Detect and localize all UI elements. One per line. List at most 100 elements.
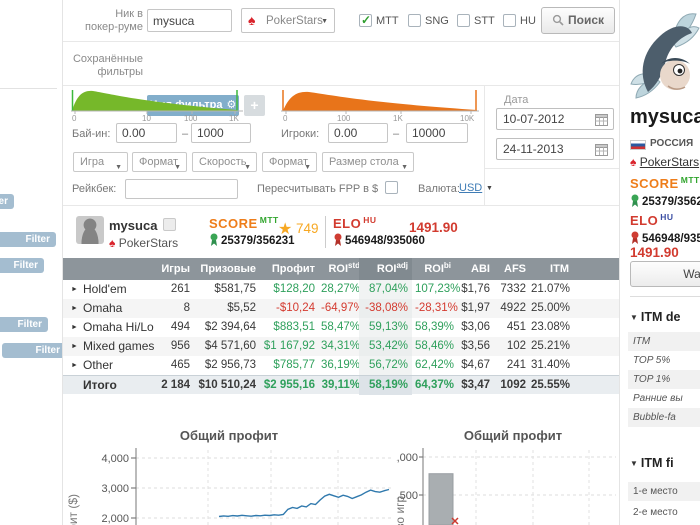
cell-roi-adj: 56,72% — [359, 356, 412, 375]
stt-checkbox[interactable] — [457, 14, 470, 27]
table-row-omaha-hilo[interactable]: ► Omaha Hi/Lo 494 $2 394,64 $883,51 58,4… — [63, 318, 619, 337]
players-min-input[interactable] — [328, 123, 388, 143]
players-axis-tick: 1K — [393, 114, 403, 123]
fpp-checkbox[interactable] — [385, 181, 398, 194]
players-histogram-slider[interactable]: 0 100 1K 10K — [281, 89, 479, 123]
col-header-roi-adj[interactable]: ROIadj — [359, 258, 412, 280]
sidebar-room-link[interactable]: ♠ PokerStars — [630, 155, 699, 169]
cell-roi-adj: 58,19% — [359, 376, 412, 395]
col-header-roi-bi[interactable]: ROIbi — [415, 258, 451, 280]
edge-filter-pill[interactable]: Filter — [0, 258, 44, 273]
edge-filter-pill[interactable]: Filter — [0, 194, 14, 209]
players-axis-tick: 0 — [283, 114, 288, 123]
buyin-min-input[interactable] — [116, 123, 177, 143]
sidebar-player-nick: mysuca — [630, 106, 700, 128]
section-itm-finishes[interactable]: ▼ ITM fi — [630, 456, 674, 470]
buyin-max-input[interactable] — [191, 123, 251, 143]
stt-checkbox-label: STT — [474, 15, 495, 27]
triangle-down-icon: ▼ — [630, 459, 638, 468]
sidebar-elo-label: ELO HU — [630, 212, 674, 228]
col-header-prizes[interactable]: Призовые — [195, 258, 256, 280]
col-header-abi[interactable]: ABI — [457, 258, 490, 280]
col-header-roi-std[interactable]: ROIstd — [321, 258, 360, 280]
player-country: РОССИЯ — [650, 138, 694, 149]
format-select-value: Формат — [139, 156, 179, 168]
cell-prizes: $10 510,24 — [198, 379, 256, 391]
expand-row-icon[interactable]: ► — [71, 280, 78, 299]
row-name: Итого — [83, 378, 117, 392]
col-header-profit[interactable]: Профит — [261, 258, 315, 280]
fpp-label: Пересчитывать FPP в $ — [257, 183, 379, 195]
cell-roi-std: 36,19% — [321, 359, 361, 371]
nick-input[interactable] — [147, 9, 232, 32]
cell-prizes: $2 956,73 — [204, 359, 256, 371]
table-row-mixed-games[interactable]: ► Mixed games 956 $4 571,60 $1 167,92 34… — [63, 337, 619, 356]
date-to-input[interactable]: 24-11-2013 — [496, 138, 614, 160]
cell-afs: 241 — [506, 359, 526, 371]
room-select[interactable]: ♠ PokerStars ▼ — [241, 8, 335, 33]
col-header-games[interactable]: Игры — [143, 258, 190, 280]
avatar[interactable] — [76, 216, 104, 244]
cell-roi-bi: -28,31% — [415, 302, 458, 314]
expand-row-icon[interactable]: ► — [71, 356, 78, 375]
cell-games: 494 — [170, 321, 190, 333]
expand-row-icon[interactable]: ► — [71, 299, 78, 318]
calendar-icon[interactable] — [595, 113, 608, 126]
range-dash: – — [393, 128, 400, 140]
game-select[interactable]: Игра ▼ — [73, 152, 128, 172]
buyin-histogram-slider[interactable]: 0 10 100 1K — [71, 89, 243, 123]
format2-select[interactable]: Формат ▼ — [262, 152, 317, 172]
sidebar-stat-row: Bubble-fa — [628, 408, 700, 427]
table-row-holdem[interactable]: ► Hold'em 261 $581,75 $128,20 28,27% 87,… — [63, 280, 619, 299]
mtt-checkbox[interactable] — [359, 13, 372, 27]
edge-filter-pill[interactable]: Filter — [0, 317, 48, 332]
watch-button[interactable]: Watch — [630, 261, 700, 287]
svg-text:Общий профит: Общий профит — [180, 428, 278, 443]
svg-text:2,000: 2,000 — [396, 452, 418, 464]
chevron-down-icon: ▼ — [115, 164, 122, 171]
currency-label: Валюта: — [418, 183, 460, 195]
edge-filter-pill[interactable]: Filter — [2, 343, 66, 358]
calendar-icon[interactable] — [595, 143, 608, 156]
cell-roi-bi: 58,46% — [415, 340, 455, 352]
saved-filters-bar: Сохранённые фильтры Имя фильтра ⚙ + — [63, 42, 619, 116]
cell-afs: 7332 — [500, 283, 526, 295]
note-icon[interactable] — [163, 218, 176, 231]
player-nick: mysuca — [109, 218, 158, 233]
buyin-axis-tick: 0 — [72, 114, 77, 123]
cell-profit: $883,51 — [273, 321, 315, 333]
sidebar-stat-row: ITM — [628, 332, 700, 351]
search-button[interactable]: Поиск — [541, 7, 615, 34]
cell-abi: $3,47 — [461, 379, 490, 391]
col-header-itm[interactable]: ITM — [531, 258, 569, 280]
table-row-other[interactable]: ► Other 465 $2 956,73 $785,77 36,19% 56,… — [63, 356, 619, 375]
sidebar-stat-row: Ранние вы — [633, 393, 683, 404]
player-summary: mysuca ♠ PokerStars SCORE MTT 25379/35623… — [63, 212, 619, 256]
col-header-afs[interactable]: AFS — [495, 258, 526, 280]
hu-checkbox[interactable] — [503, 14, 516, 27]
chevron-down-icon: ▼ — [304, 164, 311, 171]
cell-games: 465 — [170, 359, 190, 371]
players-max-input[interactable] — [406, 123, 468, 143]
expand-row-icon[interactable]: ► — [71, 318, 78, 337]
currency-link[interactable]: USD — [459, 182, 482, 194]
star-count: 749 — [296, 221, 319, 236]
format-select[interactable]: Формат ▼ — [132, 152, 187, 172]
svg-text:3,000: 3,000 — [101, 483, 129, 495]
edge-filter-pill[interactable]: Filter — [0, 232, 56, 247]
score-game-tag: MTT — [259, 215, 279, 225]
table-row-omaha[interactable]: ► Omaha 8 $5,52 -$10,24 -64,97% -38,08% … — [63, 299, 619, 318]
sidebar-score-value: 25379/356231 — [630, 194, 700, 208]
speed-select[interactable]: Скорость ▼ — [192, 152, 257, 172]
sng-checkbox[interactable] — [408, 14, 421, 27]
section-itm-details[interactable]: ▼ ITM de — [630, 310, 681, 324]
russia-flag-icon — [630, 140, 646, 150]
table-row-total: Итого 2 184 $10 510,24 $2 955,16 39,11% … — [63, 375, 619, 395]
table-size-select[interactable]: Размер стола ▼ — [322, 152, 414, 172]
expand-row-icon[interactable]: ► — [71, 337, 78, 356]
sng-checkbox-label: SNG — [425, 15, 449, 27]
triangle-down-icon: ▼ — [630, 313, 638, 322]
rakeback-input[interactable] — [125, 179, 238, 199]
date-from-input[interactable]: 10-07-2012 — [496, 108, 614, 130]
cell-roi-bi: 107,23% — [415, 283, 461, 295]
